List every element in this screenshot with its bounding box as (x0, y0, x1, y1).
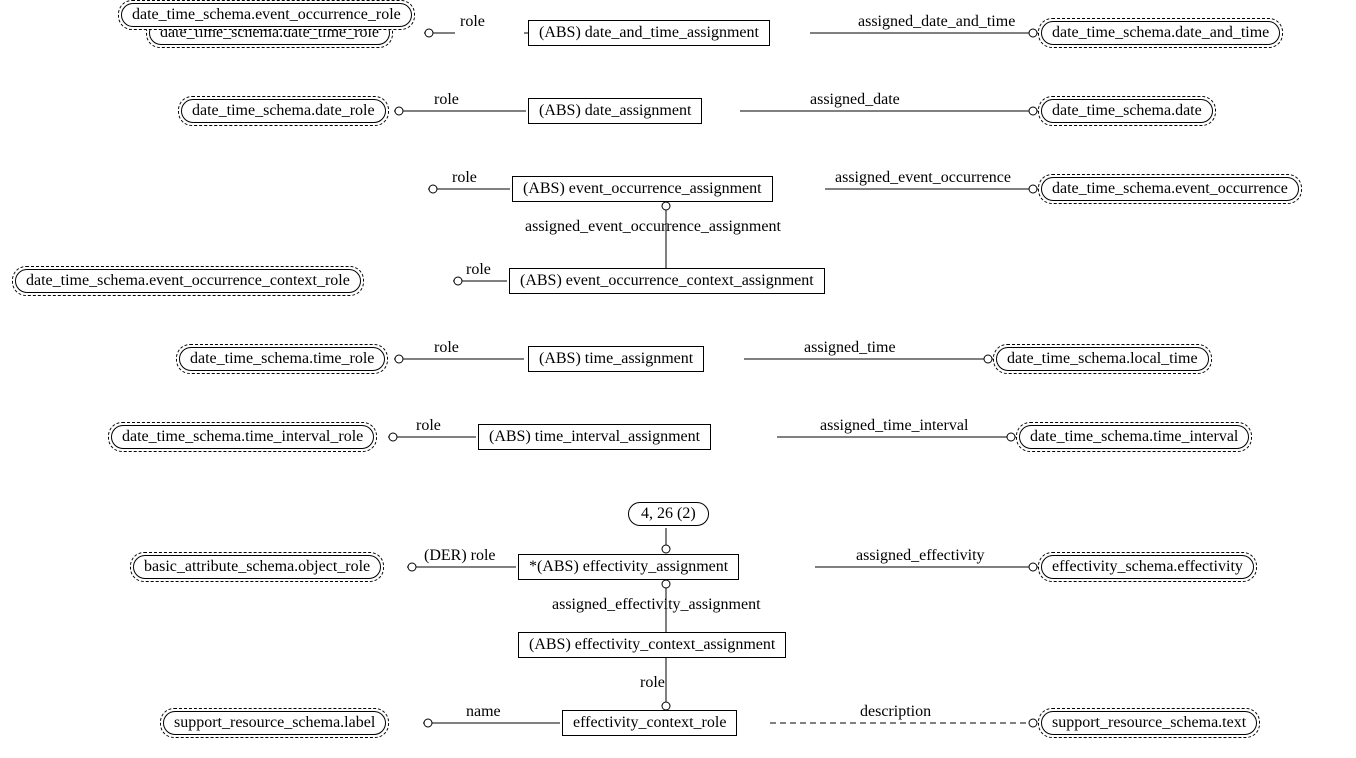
rel-role: role (434, 339, 459, 357)
rel-assigned-date-and-time: assigned_date_and_time (858, 13, 1015, 31)
entity-effectivity-context-role: effectivity_context_role (562, 710, 737, 736)
entity-event-occurrence-context-assignment: (ABS) event_occurrence_context_assignmen… (509, 268, 825, 294)
rel-role: role (640, 674, 665, 692)
type-time-interval: date_time_schema.time_interval (1016, 422, 1252, 452)
type-label: basic_attribute_schema.object_role (133, 555, 381, 579)
type-label: support_resource_schema.text (1041, 711, 1257, 735)
type-object-role: basic_attribute_schema.object_role (130, 552, 384, 582)
rel-name: name (466, 703, 501, 721)
type-label: date_time_schema.time_interval_role (111, 425, 374, 449)
type-label-support: support_resource_schema.label (160, 708, 389, 738)
type-label: date_time_schema.time_interval (1019, 425, 1249, 449)
type-label: date_time_schema.date_role (181, 99, 386, 123)
type-label: date_time_schema.event_occurrence (1041, 177, 1299, 201)
type-date-role: date_time_schema.date_role (178, 96, 389, 126)
type-time-interval-role: date_time_schema.time_interval_role (108, 422, 377, 452)
rel-der-role: (DER) role (424, 547, 496, 565)
rel-assigned-date: assigned_date (810, 91, 900, 109)
type-label: support_resource_schema.label (163, 711, 386, 735)
rel-role: role (460, 13, 485, 31)
type-label: date_time_schema.event_occurrence_contex… (15, 269, 361, 293)
type-date: date_time_schema.date (1038, 96, 1216, 126)
rel-assigned-effectivity-assignment: assigned_effectivity_assignment (552, 596, 761, 614)
rel-assigned-event-occurrence: assigned_event_occurrence (835, 169, 1011, 187)
type-date-and-time: date_time_schema.date_and_time (1038, 18, 1283, 48)
type-label: date_time_schema.event_occurrence_role (121, 3, 412, 27)
entity-date-and-time-assignment: (ABS) date_and_time_assignment (528, 20, 770, 46)
type-event-occurrence-role: date_time_schema.event_occurrence_role (118, 0, 415, 30)
rel-role: role (452, 169, 477, 187)
entity-time-interval-assignment: (ABS) time_interval_assignment (478, 424, 711, 450)
entity-effectivity-assignment: *(ABS) effectivity_assignment (518, 554, 739, 580)
type-label: date_time_schema.time_role (179, 347, 385, 371)
entity-time-assignment: (ABS) time_assignment (528, 346, 704, 372)
rel-role: role (466, 261, 491, 279)
expressg-diagram: date_time_schema.date_time_role role (AB… (0, 0, 1356, 758)
type-effectivity: effectivity_schema.effectivity (1038, 552, 1257, 582)
entity-event-occurrence-assignment: (ABS) event_occurrence_assignment (512, 176, 773, 202)
type-event-occurrence: date_time_schema.event_occurrence (1038, 174, 1302, 204)
type-label: date_time_schema.date_and_time (1041, 21, 1280, 45)
entity-date-assignment: (ABS) date_assignment (528, 98, 702, 124)
rel-assigned-time-interval: assigned_time_interval (820, 417, 968, 435)
rel-role: role (434, 91, 459, 109)
type-local-time: date_time_schema.local_time (993, 344, 1212, 374)
type-label: date_time_schema.date (1041, 99, 1213, 123)
rel-assigned-time: assigned_time (804, 339, 896, 357)
rel-description: description (860, 703, 931, 721)
type-text-support: support_resource_schema.text (1038, 708, 1260, 738)
rel-role: role (416, 417, 441, 435)
page-ref-4-26-2: 4, 26 (2) (628, 502, 709, 526)
rel-assigned-effectivity: assigned_effectivity (856, 547, 985, 565)
type-event-occurrence-context-role: date_time_schema.event_occurrence_contex… (12, 266, 364, 296)
type-time-role: date_time_schema.time_role (176, 344, 388, 374)
rel-assigned-event-occurrence-assignment: assigned_event_occurrence_assignment (525, 218, 781, 236)
type-label: effectivity_schema.effectivity (1041, 555, 1254, 579)
type-label: date_time_schema.local_time (996, 347, 1209, 371)
entity-effectivity-context-assignment: (ABS) effectivity_context_assignment (518, 632, 786, 658)
